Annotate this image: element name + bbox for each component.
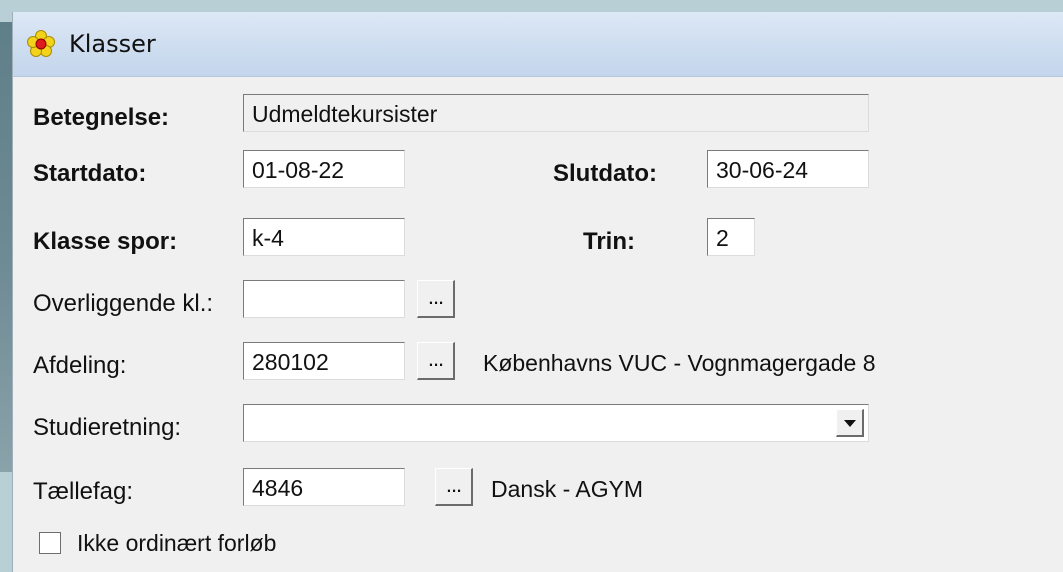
startdato-label: Startdato: <box>33 160 147 187</box>
overliggende-lookup-button[interactable]: ... <box>417 280 455 318</box>
klasse-spor-label: Klasse spor: <box>33 228 178 255</box>
betegnelse-field[interactable]: Udmeldtekursister <box>243 94 869 132</box>
afdeling-lookup-button[interactable]: ... <box>417 342 455 380</box>
klasse-spor-row: Klasse spor: k-4 Trin: 2 <box>13 218 1063 268</box>
taellefag-description: Dansk - AGYM <box>491 476 644 502</box>
betegnelse-label: Betegnelse: <box>33 104 170 131</box>
overliggende-field[interactable] <box>243 280 405 318</box>
window-title: Klasser <box>69 30 156 58</box>
overliggende-label: Overliggende kl.: <box>33 290 214 317</box>
klasse-spor-field[interactable]: k-4 <box>243 218 405 256</box>
klasser-window: Klasser Betegnelse: Udmeldtekursister St… <box>12 12 1063 572</box>
trin-field[interactable]: 2 <box>707 218 755 256</box>
studieretning-dropdown[interactable] <box>243 404 869 442</box>
slutdato-label: Slutdato: <box>553 160 657 187</box>
slutdato-field[interactable]: 30-06-24 <box>707 150 869 188</box>
afdeling-description: Københavns VUC - Vognmagergade 8 <box>483 350 876 376</box>
taellefag-row: Tællefag: 4846 ... Dansk - AGYM <box>13 468 1063 518</box>
betegnelse-row: Betegnelse: Udmeldtekursister <box>13 94 1063 144</box>
afdeling-field[interactable]: 280102 <box>243 342 405 380</box>
overliggende-row: Overliggende kl.: ... <box>13 280 1063 330</box>
title-bar[interactable]: Klasser <box>13 12 1063 77</box>
chevron-down-icon[interactable] <box>836 409 864 437</box>
afdeling-row: Afdeling: 280102 ... Københavns VUC - Vo… <box>13 342 1063 392</box>
taellefag-lookup-button[interactable]: ... <box>435 468 473 506</box>
flower-icon <box>27 30 55 57</box>
dates-row: Startdato: 01-08-22 Slutdato: 30-06-24 <box>13 150 1063 200</box>
afdeling-label: Afdeling: <box>33 352 127 379</box>
studieretning-label: Studieretning: <box>33 414 182 441</box>
taellefag-field[interactable]: 4846 <box>243 468 405 506</box>
trin-label: Trin: <box>583 228 635 255</box>
studieretning-row: Studieretning: <box>13 404 1063 454</box>
ikke-ordinaert-label[interactable]: Ikke ordinært forløb <box>77 530 276 557</box>
taellefag-label: Tællefag: <box>33 478 134 505</box>
ikke-ordinaert-row: Ikke ordinært forløb <box>13 522 1063 572</box>
startdato-field[interactable]: 01-08-22 <box>243 150 405 188</box>
ikke-ordinaert-checkbox[interactable] <box>39 532 61 554</box>
